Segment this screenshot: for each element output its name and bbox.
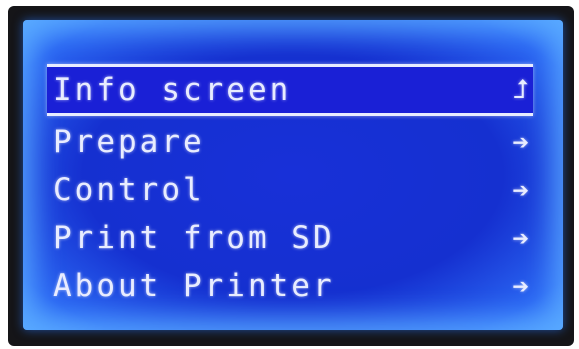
submenu-arrow-icon: ➔ bbox=[512, 226, 529, 250]
lcd-screen: Info screen ⮥ Prepare ➔ Control ➔ Print … bbox=[23, 20, 563, 330]
menu-item-label: Info screen bbox=[53, 72, 292, 108]
menu-item-label: Prepare bbox=[53, 124, 205, 160]
menu-item-label: Print from SD bbox=[53, 220, 335, 256]
menu-item-prepare[interactable]: Prepare ➔ bbox=[47, 118, 533, 166]
menu-item-label: Control bbox=[53, 172, 205, 208]
menu-item-control[interactable]: Control ➔ bbox=[47, 166, 533, 214]
main-menu: Info screen ⮥ Prepare ➔ Control ➔ Print … bbox=[47, 64, 533, 310]
submenu-arrow-icon: ➔ bbox=[512, 274, 529, 298]
photo-frame: Info screen ⮥ Prepare ➔ Control ➔ Print … bbox=[0, 0, 579, 349]
menu-item-print-from-sd[interactable]: Print from SD ➔ bbox=[47, 214, 533, 262]
submenu-arrow-icon: ➔ bbox=[512, 130, 529, 154]
menu-item-about-printer[interactable]: About Printer ➔ bbox=[47, 262, 533, 310]
submenu-arrow-icon: ➔ bbox=[512, 178, 529, 202]
menu-item-label: About Printer bbox=[53, 268, 335, 304]
back-arrow-icon: ⮥ bbox=[513, 74, 529, 105]
menu-item-info-screen[interactable]: Info screen ⮥ bbox=[47, 64, 533, 116]
